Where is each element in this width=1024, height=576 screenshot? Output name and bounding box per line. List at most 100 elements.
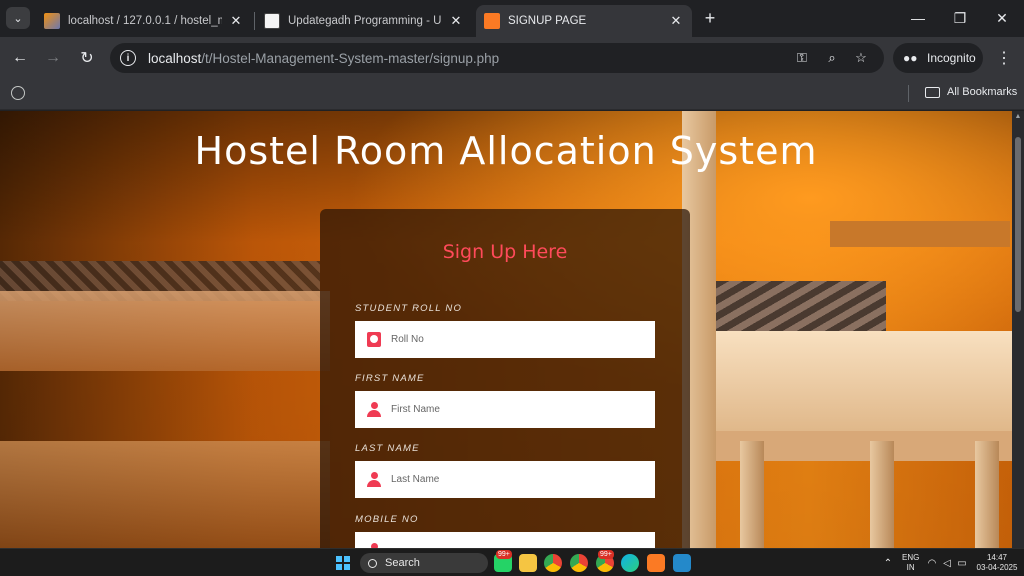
signup-form: Sign Up Here STUDENT ROLL NO FIRST NAME … <box>320 209 690 548</box>
restore-icon: ❐ <box>953 9 967 26</box>
last-name-input[interactable] <box>391 474 631 485</box>
browser-toolbar: ← → ↻ i localhost/t/Hostel-Management-Sy… <box>0 37 1024 79</box>
close-icon[interactable]: ✕ <box>228 13 244 29</box>
roll-no-field[interactable] <box>355 321 655 358</box>
back-button[interactable]: ← <box>9 47 31 69</box>
close-icon[interactable]: ✕ <box>448 13 464 29</box>
tab-title: localhost / 127.0.0.1 / hostel_mana <box>68 15 222 27</box>
globe-icon[interactable] <box>11 86 25 100</box>
tab-updategadh[interactable]: Updategadh Programming - Upda ✕ <box>256 5 472 37</box>
page-title: Hostel Room Allocation System <box>194 129 818 173</box>
language-indicator[interactable]: ENG IN <box>902 553 919 573</box>
xampp-icon <box>484 13 500 29</box>
phpmyadmin-icon <box>44 13 60 29</box>
minimize-button[interactable]: — <box>906 8 930 28</box>
language-label: ENG <box>902 553 920 562</box>
tab-strip: ⌄ localhost / 127.0.0.1 / hostel_mana ✕ … <box>0 0 1024 37</box>
browser-menu-button[interactable]: ⋮ <box>996 47 1012 69</box>
scroll-thumb[interactable] <box>1015 137 1021 312</box>
key-icon[interactable]: ⚿ <box>793 50 811 66</box>
tab-title: Updategadh Programming - Upda <box>288 15 442 27</box>
last-name-label: LAST NAME <box>355 443 420 454</box>
incognito-indicator[interactable]: ●● Incognito <box>893 43 983 73</box>
arrow-right-icon: → <box>45 49 61 66</box>
windows-logo-icon <box>344 556 350 562</box>
speaker-muted-icon[interactable]: ◁ <box>941 557 953 569</box>
reload-button[interactable]: ↻ <box>76 47 98 69</box>
background-pillow <box>716 281 886 336</box>
tab-search-button[interactable]: ⌄ <box>6 7 30 29</box>
background-rail <box>830 221 1010 247</box>
background-bed <box>716 331 1012 431</box>
last-name-field[interactable] <box>355 461 655 498</box>
user-icon <box>367 472 381 487</box>
first-name-label: FIRST NAME <box>355 373 425 384</box>
bookmarks-separator <box>908 85 909 102</box>
wifi-icon[interactable]: ◠ <box>926 557 938 569</box>
zoom-icon[interactable]: ⌕ <box>823 50 841 66</box>
background-bed <box>0 291 330 371</box>
edge-icon[interactable] <box>621 554 639 572</box>
search-icon <box>368 558 377 568</box>
bookmarks-bar: All Bookmarks <box>0 79 1024 110</box>
updategadh-icon <box>264 13 280 29</box>
roll-no-label: STUDENT ROLL NO <box>355 303 463 314</box>
address-bar[interactable]: i localhost/t/Hostel-Management-System-m… <box>110 43 884 73</box>
xampp-icon[interactable] <box>647 554 665 572</box>
taskbar-search-label: Search <box>385 557 420 569</box>
first-name-input[interactable] <box>391 404 631 415</box>
id-card-icon <box>367 332 381 347</box>
mobile-no-field[interactable] <box>355 532 655 548</box>
restore-button[interactable]: ❐ <box>948 8 972 28</box>
chevron-up-icon[interactable]: ⌃ <box>882 557 894 569</box>
windows-logo-icon <box>336 556 342 562</box>
form-title: Sign Up Here <box>442 241 568 263</box>
star-icon[interactable]: ☆ <box>852 50 870 66</box>
region-label: IN <box>906 563 915 572</box>
url-text[interactable]: localhost/t/Hostel-Management-System-mas… <box>148 51 499 66</box>
chrome-profile-icon[interactable] <box>570 554 588 572</box>
new-tab-button[interactable]: + <box>700 8 720 28</box>
tab-title: SIGNUP PAGE <box>508 15 587 27</box>
first-name-field[interactable] <box>355 391 655 428</box>
vscode-icon[interactable] <box>673 554 691 572</box>
close-window-button[interactable]: ✕ <box>990 8 1014 28</box>
close-icon[interactable]: ✕ <box>668 13 684 29</box>
chrome-icon[interactable] <box>544 554 562 572</box>
tab-phpmyadmin[interactable]: localhost / 127.0.0.1 / hostel_mana ✕ <box>36 5 252 37</box>
user-icon <box>367 402 381 417</box>
windows-start-button[interactable] <box>336 556 350 570</box>
clock[interactable]: 14:47 03-04-2025 <box>974 553 1020 573</box>
background-bed-leg <box>975 441 999 548</box>
tab-separator <box>254 12 255 30</box>
file-explorer-icon[interactable] <box>519 554 537 572</box>
clock-time: 14:47 <box>986 553 1008 562</box>
notification-badge: 99+ <box>496 550 512 559</box>
background-bed-leg <box>740 441 764 548</box>
url-host: localhost <box>148 50 202 66</box>
all-bookmarks-label: All Bookmarks <box>947 86 1018 98</box>
tab-signup-page[interactable]: SIGNUP PAGE ✕ <box>476 5 692 37</box>
all-bookmarks-button[interactable]: All Bookmarks <box>925 86 1017 98</box>
taskbar-search[interactable]: Search <box>360 553 488 573</box>
url-path: /t/Hostel-Management-System-master/signu… <box>201 50 500 66</box>
incognito-label: Incognito <box>927 51 976 65</box>
minimize-icon: — <box>911 10 925 26</box>
clock-date: 03-04-2025 <box>976 563 1018 572</box>
roll-no-input[interactable] <box>391 334 631 345</box>
scroll-up-icon[interactable]: ▲ <box>1014 113 1022 121</box>
browser-window: ⌄ localhost / 127.0.0.1 / hostel_mana ✕ … <box>0 0 1024 576</box>
reload-icon: ↻ <box>80 50 94 67</box>
windows-logo-icon <box>344 564 350 570</box>
forward-button[interactable]: → <box>42 47 64 69</box>
chevron-down-icon: ⌄ <box>13 12 23 25</box>
mobile-no-label: MOBILE NO <box>355 514 419 525</box>
background-bed <box>0 441 330 548</box>
os-taskbar: Search 99+ 99+ ⌃ ENG IN ◠ ◁ ▭ 14:47 03-0… <box>0 548 1024 576</box>
more-vertical-icon: ⋮ <box>996 50 1012 67</box>
incognito-icon: ●● <box>903 51 918 65</box>
battery-icon[interactable]: ▭ <box>956 557 968 569</box>
site-info-icon[interactable]: i <box>120 50 136 66</box>
page-scrollbar[interactable]: ▲ <box>1012 111 1024 548</box>
close-icon: ✕ <box>996 9 1008 26</box>
